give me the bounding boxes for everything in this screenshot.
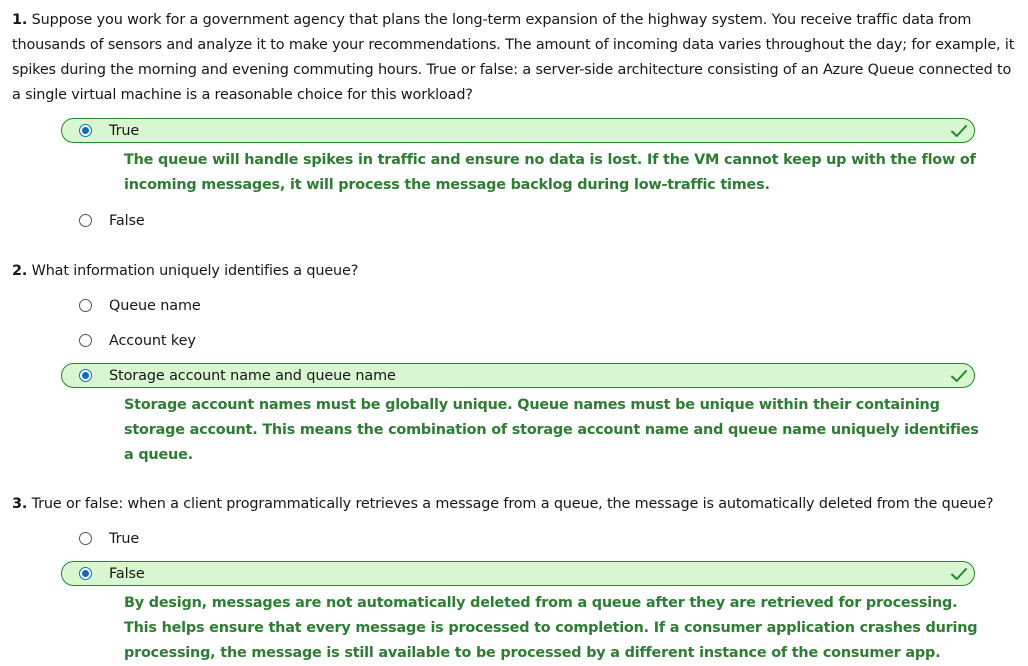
- option-label: Queue name: [109, 297, 201, 314]
- explanation: By design, messages are not automaticall…: [124, 595, 978, 661]
- options-list: True The queue will handle spikes in tra…: [0, 118, 1028, 233]
- question-1: 1. Suppose you work for a government age…: [0, 8, 1028, 233]
- quiz: 1. Suppose you work for a government age…: [0, 0, 1028, 666]
- option-true[interactable]: True: [61, 118, 975, 143]
- checkmark-icon: [951, 125, 967, 137]
- option-true[interactable]: True: [61, 526, 975, 551]
- question-3: 3. True or false: when a client programm…: [0, 492, 1028, 666]
- question-prompt: What information uniquely identifies a q…: [31, 263, 359, 279]
- question-prompt: True or false: when a client programmati…: [31, 496, 994, 512]
- option-storage-account-and-queue-name[interactable]: Storage account name and queue name: [61, 363, 975, 388]
- radio-empty-icon[interactable]: [79, 214, 92, 227]
- checkmark-icon: [951, 370, 967, 382]
- options-list: True False By design, messages are not a…: [0, 526, 1028, 666]
- question-number: 3.: [12, 496, 28, 512]
- radio-selected-icon[interactable]: [79, 567, 92, 580]
- option-label: True: [109, 530, 140, 547]
- explanation: Storage account names must be globally u…: [124, 397, 979, 463]
- option-false[interactable]: False: [61, 561, 975, 586]
- radio-empty-icon[interactable]: [79, 334, 92, 347]
- question-text: 3. True or false: when a client programm…: [0, 492, 1028, 517]
- question-number: 2.: [12, 263, 28, 279]
- option-label: False: [109, 565, 145, 582]
- question-number: 1.: [12, 12, 28, 28]
- checkmark-icon: [951, 568, 967, 580]
- explanation: The queue will handle spikes in traffic …: [124, 152, 976, 193]
- option-label: Storage account name and queue name: [109, 367, 396, 384]
- radio-empty-icon[interactable]: [79, 532, 92, 545]
- radio-selected-icon[interactable]: [79, 369, 92, 382]
- option-queue-name[interactable]: Queue name: [61, 293, 975, 318]
- radio-empty-icon[interactable]: [79, 299, 92, 312]
- question-text: 2. What information uniquely identifies …: [0, 259, 1028, 284]
- option-account-key[interactable]: Account key: [61, 328, 975, 353]
- radio-selected-icon[interactable]: [79, 124, 92, 137]
- option-false[interactable]: False: [61, 208, 975, 233]
- question-2: 2. What information uniquely identifies …: [0, 259, 1028, 468]
- question-text: 1. Suppose you work for a government age…: [0, 8, 1028, 108]
- options-list: Queue name Account key Storage account n…: [0, 293, 1028, 468]
- option-label: True: [109, 122, 140, 139]
- option-label: Account key: [109, 332, 196, 349]
- question-prompt: Suppose you work for a government agency…: [12, 12, 1015, 103]
- option-label: False: [109, 212, 145, 229]
